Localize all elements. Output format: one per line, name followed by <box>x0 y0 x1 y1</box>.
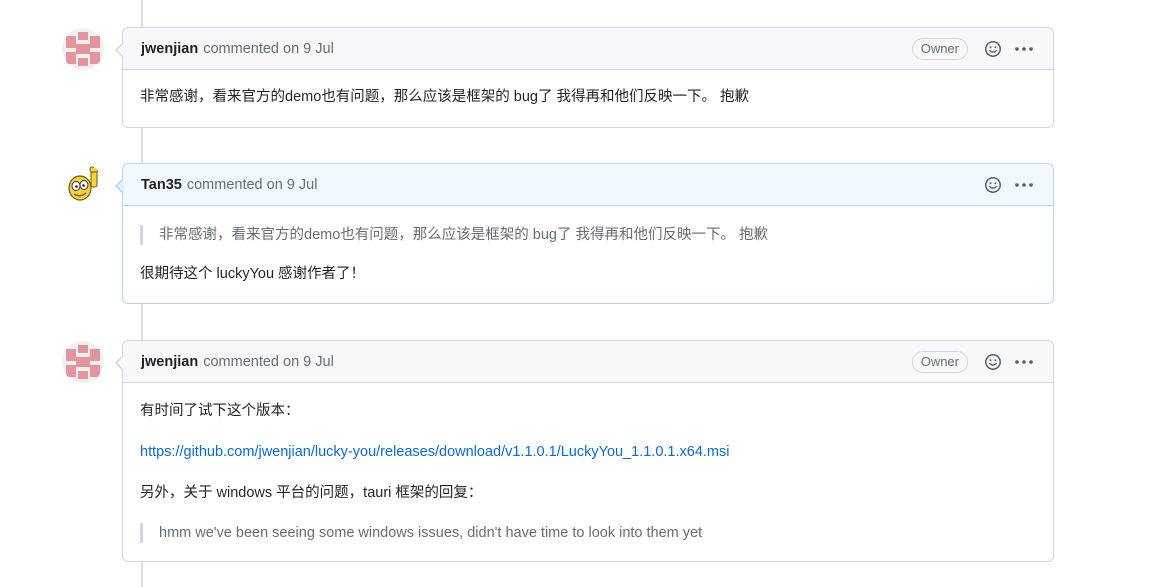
comment-box: Tan35 commented on 9 Jul 非常感谢，看来官方的demo也… <box>115 163 1054 304</box>
owner-badge: Owner <box>911 350 968 373</box>
more-options-button[interactable] <box>1013 351 1035 373</box>
comment-header: Tan35 commented on 9 Jul <box>123 164 1053 206</box>
more-options-button[interactable] <box>1013 38 1035 60</box>
author-link[interactable]: Tan35 <box>141 177 182 193</box>
cartoon-avatar-icon <box>62 164 104 206</box>
kebab-menu-icon <box>1015 359 1033 364</box>
comment-box: jwenjian commented on 9 Jul Owner <box>115 27 1054 128</box>
comment-header: jwenjian commented on 9 Jul Owner <box>123 341 1053 383</box>
comment-body: 非常感谢，看来官方的demo也有问题，那么应该是框架的 bug了 我得再和他们反… <box>123 87 1053 107</box>
owner-badge: Owner <box>911 37 968 60</box>
author-link[interactable]: jwenjian <box>141 354 198 370</box>
more-options-button[interactable] <box>1013 174 1035 196</box>
avatar[interactable] <box>62 164 104 206</box>
blockquote: 非常感谢，看来官方的demo也有问题，那么应该是框架的 bug了 我得再和他们反… <box>140 225 1036 245</box>
comment-box: jwenjian commented on 9 Jul Owner <box>115 340 1054 562</box>
kebab-menu-icon <box>1015 182 1033 187</box>
comment-body: 有时间了试下这个版本： https://github.com/jwenjian/… <box>123 401 1053 543</box>
author-link[interactable]: jwenjian <box>141 41 198 57</box>
comment-text: 有时间了试下这个版本： <box>140 403 300 419</box>
avatar[interactable] <box>62 28 104 70</box>
comment-body: 非常感谢，看来官方的demo也有问题，那么应该是框架的 bug了 我得再和他们反… <box>123 225 1053 284</box>
identicon-avatar-icon <box>62 28 104 70</box>
smiley-icon <box>985 40 1001 57</box>
add-reaction-button[interactable] <box>982 174 1004 196</box>
kebab-menu-icon <box>1015 46 1033 51</box>
smiley-icon <box>985 353 1001 370</box>
avatar[interactable] <box>62 341 104 383</box>
comment-text: 另外，关于 windows 平台的问题，tauri 框架的回复： <box>140 485 483 501</box>
smiley-icon <box>985 176 1001 193</box>
add-reaction-button[interactable] <box>982 38 1004 60</box>
comment-text: 很期待这个 luckyYou 感谢作者了！ <box>140 266 366 282</box>
blockquote: hmm we've been seeing some windows issue… <box>140 523 1036 543</box>
comment-timestamp[interactable]: commented on 9 Jul <box>203 41 334 57</box>
add-reaction-button[interactable] <box>982 351 1004 373</box>
comment-timestamp[interactable]: commented on 9 Jul <box>187 177 318 193</box>
comment-text: 非常感谢，看来官方的demo也有问题，那么应该是框架的 bug了 我得再和他们反… <box>140 89 750 105</box>
identicon-avatar-icon <box>62 341 104 383</box>
comment-header: jwenjian commented on 9 Jul Owner <box>123 28 1053 70</box>
release-download-link[interactable]: https://github.com/jwenjian/lucky-you/re… <box>140 444 729 460</box>
comment-timestamp[interactable]: commented on 9 Jul <box>203 354 334 370</box>
